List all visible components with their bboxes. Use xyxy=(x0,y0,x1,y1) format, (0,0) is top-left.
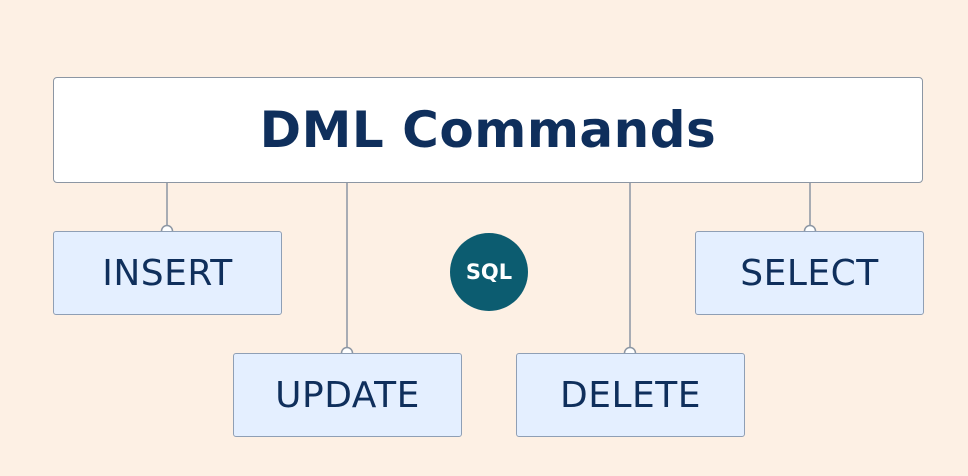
sql-badge: SQL xyxy=(450,233,528,311)
update-label: UPDATE xyxy=(275,374,420,416)
sql-badge-label: SQL xyxy=(465,260,513,284)
diagram-title: DML Commands xyxy=(259,101,717,159)
update-box: UPDATE xyxy=(233,353,462,437)
insert-label: INSERT xyxy=(102,252,233,294)
title-box: DML Commands xyxy=(53,77,923,183)
insert-box: INSERT xyxy=(53,231,282,315)
select-box: SELECT xyxy=(695,231,924,315)
delete-box: DELETE xyxy=(516,353,745,437)
delete-label: DELETE xyxy=(559,374,701,416)
select-label: SELECT xyxy=(740,252,879,294)
